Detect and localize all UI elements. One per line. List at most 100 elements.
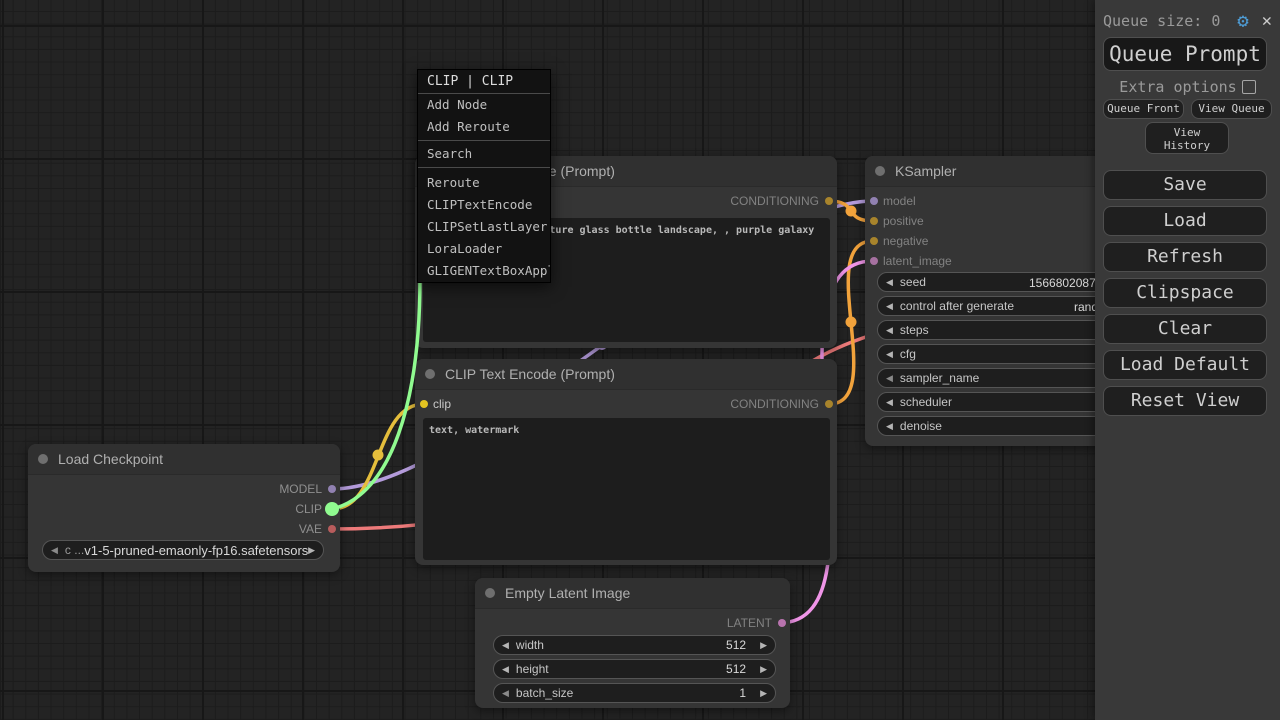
clipspace-button[interactable]: Clipspace bbox=[1103, 278, 1267, 308]
menu-item-loraloader[interactable]: LoraLoader bbox=[418, 238, 550, 260]
conditioning-output-dot[interactable] bbox=[825, 197, 833, 205]
arrow-left-icon[interactable]: ◀ bbox=[886, 397, 893, 408]
arrow-right-icon[interactable]: ▶ bbox=[760, 640, 767, 651]
menu-item-search[interactable]: Search bbox=[418, 143, 550, 165]
ckpt-name-combo-widget[interactable]: ◀ c ... v1-5-pruned-emaonly-fp16.safeten… bbox=[42, 540, 324, 560]
arrow-left-icon[interactable]: ◀ bbox=[502, 688, 509, 699]
latent-output-dot[interactable] bbox=[778, 619, 786, 627]
arrow-left-icon[interactable]: ◀ bbox=[886, 421, 893, 432]
output-slot-conditioning: CONDITIONING bbox=[730, 394, 837, 414]
collapse-dot-icon[interactable] bbox=[875, 166, 885, 176]
collapse-dot-icon[interactable] bbox=[485, 588, 495, 598]
wire-conditioning-positive-dot bbox=[846, 206, 857, 217]
clear-button[interactable]: Clear bbox=[1103, 314, 1267, 344]
arrow-right-icon[interactable]: ▶ bbox=[760, 688, 767, 699]
context-menu-title: CLIP | CLIP bbox=[418, 70, 550, 94]
menu-item-reroute[interactable]: Reroute bbox=[418, 172, 550, 194]
output-slot-vae: VAE bbox=[299, 519, 340, 539]
comfy-menu-panel: Queue size: 0 ⚙ ✕ Queue Prompt Extra opt… bbox=[1095, 0, 1280, 720]
widget-label: height bbox=[516, 662, 549, 676]
input-slot-model: model bbox=[865, 191, 916, 211]
slot-label: MODEL bbox=[279, 482, 322, 496]
slot-label: CLIP bbox=[295, 502, 322, 516]
slot-label: CONDITIONING bbox=[730, 194, 819, 208]
node-title-text: Load Checkpoint bbox=[58, 444, 163, 474]
slot-label: negative bbox=[883, 234, 928, 248]
node-empty-latent-image[interactable]: Empty Latent Image LATENT ◀ width 512 ▶ … bbox=[475, 578, 790, 708]
slot-label: CONDITIONING bbox=[730, 397, 819, 411]
menu-separator bbox=[418, 140, 550, 141]
output-slot-clip: CLIP bbox=[295, 499, 340, 519]
menu-item-clipsetlastlayer[interactable]: CLIPSetLastLayer bbox=[418, 216, 550, 238]
arrow-left-icon[interactable]: ◀ bbox=[502, 664, 509, 675]
slot-label: VAE bbox=[299, 522, 322, 536]
widget-label: control after generate bbox=[900, 299, 1014, 313]
comfyui-canvas[interactable]: { "sidebar": { "queue_size_label": "Queu… bbox=[0, 0, 1280, 720]
node-title-bar[interactable]: Load Checkpoint bbox=[28, 444, 340, 475]
node-load-checkpoint[interactable]: Load Checkpoint MODEL CLIP VAE ◀ c ... v… bbox=[28, 444, 340, 572]
width-widget[interactable]: ◀ width 512 ▶ bbox=[493, 635, 776, 655]
height-widget[interactable]: ◀ height 512 ▶ bbox=[493, 659, 776, 679]
widget-label: denoise bbox=[900, 419, 942, 433]
menu-item-add-node[interactable]: Add Node bbox=[418, 94, 550, 116]
arrow-left-icon[interactable]: ◀ bbox=[51, 545, 58, 556]
arrow-left-icon[interactable]: ◀ bbox=[886, 277, 893, 288]
view-history-button[interactable]: View History bbox=[1145, 122, 1229, 154]
widget-label: c ... bbox=[65, 543, 84, 557]
widget-value: 512 bbox=[726, 638, 746, 652]
widget-label: width bbox=[516, 638, 544, 652]
wire-clip bbox=[332, 404, 424, 509]
conditioning-input-dot[interactable] bbox=[870, 237, 878, 245]
menu-item-add-reroute[interactable]: Add Reroute bbox=[418, 116, 550, 138]
reset-view-button[interactable]: Reset View bbox=[1103, 386, 1267, 416]
conditioning-output-dot[interactable] bbox=[825, 400, 833, 408]
node-title-bar[interactable]: CLIP Text Encode (Prompt) bbox=[415, 359, 837, 390]
slot-label: positive bbox=[883, 214, 924, 228]
view-history-line1: View bbox=[1146, 126, 1228, 139]
latent-input-dot[interactable] bbox=[870, 257, 878, 265]
arrow-left-icon[interactable]: ◀ bbox=[886, 301, 893, 312]
arrow-left-icon[interactable]: ◀ bbox=[502, 640, 509, 651]
node-title-bar[interactable]: Empty Latent Image bbox=[475, 578, 790, 609]
collapse-dot-icon[interactable] bbox=[38, 454, 48, 464]
arrow-left-icon[interactable]: ◀ bbox=[886, 349, 893, 360]
menu-item-cliptextencode[interactable]: CLIPTextEncode bbox=[418, 194, 550, 216]
queue-front-button[interactable]: Queue Front bbox=[1103, 99, 1184, 119]
view-history-line2: History bbox=[1146, 139, 1228, 152]
load-button[interactable]: Load bbox=[1103, 206, 1267, 236]
vae-output-dot[interactable] bbox=[328, 525, 336, 533]
batch-size-widget[interactable]: ◀ batch_size 1 ▶ bbox=[493, 683, 776, 703]
clip-input-dot[interactable] bbox=[420, 400, 428, 408]
widget-label: steps bbox=[900, 323, 929, 337]
refresh-button[interactable]: Refresh bbox=[1103, 242, 1267, 272]
slot-label: clip bbox=[433, 397, 451, 411]
menu-item-gligentextboxapply[interactable]: GLIGENTextBoxApply bbox=[418, 260, 550, 282]
widget-label: scheduler bbox=[900, 395, 952, 409]
save-button[interactable]: Save bbox=[1103, 170, 1267, 200]
arrow-right-icon[interactable]: ▶ bbox=[308, 545, 315, 556]
close-icon[interactable]: ✕ bbox=[1262, 11, 1272, 31]
slot-label: model bbox=[883, 194, 916, 208]
arrow-left-icon[interactable]: ◀ bbox=[886, 373, 893, 384]
model-input-dot[interactable] bbox=[870, 197, 878, 205]
arrow-right-icon[interactable]: ▶ bbox=[760, 664, 767, 675]
input-slot-clip: clip bbox=[415, 394, 451, 414]
conditioning-input-dot[interactable] bbox=[870, 217, 878, 225]
model-output-dot[interactable] bbox=[328, 485, 336, 493]
arrow-left-icon[interactable]: ◀ bbox=[886, 325, 893, 336]
wire-clip-dot bbox=[373, 450, 384, 461]
widget-value: v1-5-pruned-emaonly-fp16.safetensors bbox=[84, 543, 308, 558]
context-menu: CLIP | CLIP Add Node Add Reroute Search … bbox=[417, 69, 551, 283]
queue-prompt-button[interactable]: Queue Prompt bbox=[1103, 37, 1267, 71]
node-clip-text-encode-2[interactable]: CLIP Text Encode (Prompt) clip CONDITION… bbox=[415, 359, 837, 565]
extra-options-checkbox[interactable] bbox=[1242, 80, 1256, 94]
view-queue-button[interactable]: View Queue bbox=[1191, 99, 1272, 119]
gear-icon[interactable]: ⚙ bbox=[1237, 12, 1248, 31]
prompt-textarea[interactable]: text, watermark bbox=[423, 418, 830, 560]
input-slot-negative: negative bbox=[865, 231, 928, 251]
widget-value: 1566802087 bbox=[1029, 273, 1096, 292]
output-slot-model: MODEL bbox=[279, 479, 340, 499]
collapse-dot-icon[interactable] bbox=[425, 369, 435, 379]
load-default-button[interactable]: Load Default bbox=[1103, 350, 1267, 380]
wire-drag-clip bbox=[332, 278, 420, 509]
